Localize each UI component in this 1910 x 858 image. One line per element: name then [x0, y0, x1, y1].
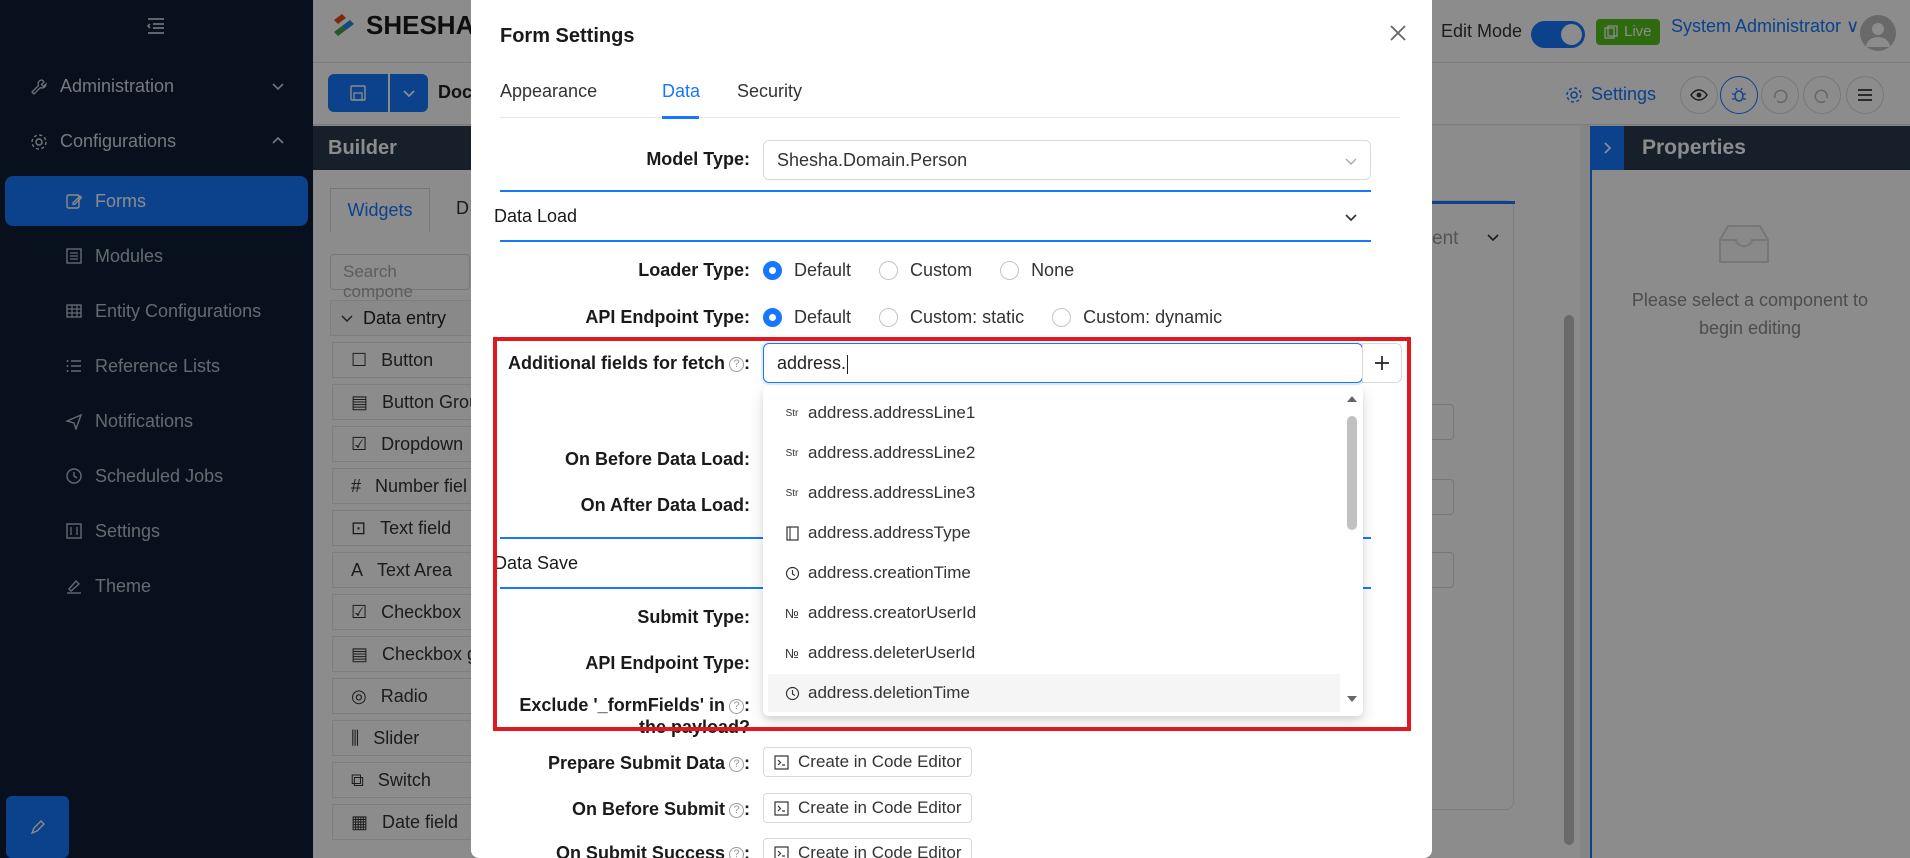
section-title: Data Load	[494, 206, 578, 226]
radio-button[interactable]	[763, 261, 782, 280]
code-icon	[774, 845, 789, 858]
label-text: Loader Type	[638, 260, 744, 280]
radio-button[interactable]	[879, 308, 899, 327]
prepare-submit-code-button[interactable]: Create in Code Editor	[763, 747, 973, 777]
radio-button[interactable]	[879, 261, 899, 280]
label-text: Model Type	[646, 149, 744, 169]
form-settings-modal: Form Settings Appearance Data Security M…	[471, 0, 1432, 858]
label-text: API Endpoint Type	[585, 307, 744, 327]
active-tab-indicator	[662, 116, 699, 119]
button-label: Create in Code Editor	[798, 798, 962, 817]
radio-label: Default	[794, 260, 852, 280]
on-submit-success-label: On Submit Success?:	[501, 843, 750, 858]
radio-label: Custom: static	[910, 307, 1025, 327]
modal-title: Form Settings	[500, 25, 635, 47]
loader-type-label: Loader Type:	[638, 260, 750, 280]
code-icon	[774, 754, 789, 770]
radio-default[interactable]: Default	[763, 307, 851, 328]
radio-button[interactable]	[763, 308, 782, 327]
radio-label: Custom: dynamic	[1083, 307, 1223, 327]
chevron-down-icon	[1343, 209, 1359, 225]
loader-type-radio-group: Default Custom None	[763, 260, 1102, 281]
radio-button[interactable]	[1052, 308, 1072, 327]
chevron-down-icon	[1344, 154, 1358, 168]
tab-appearance[interactable]: Appearance	[500, 81, 597, 102]
label-text: On Before Submit	[571, 799, 725, 819]
highlight-box	[493, 337, 1411, 731]
radio-button[interactable]	[1000, 261, 1020, 280]
on-submit-success-code-button[interactable]: Create in Code Editor	[763, 838, 973, 858]
code-icon	[774, 800, 789, 816]
radio-label: Custom	[910, 260, 973, 280]
radio-label: None	[1031, 260, 1075, 280]
close-icon[interactable]	[1386, 21, 1410, 45]
radio-custom[interactable]: Custom	[879, 260, 972, 281]
prepare-submit-data-label: Prepare Submit Data?:	[547, 753, 750, 773]
button-label: Create in Code Editor	[798, 843, 962, 858]
tab-data[interactable]: Data	[662, 81, 700, 102]
data-load-section-header[interactable]: Data Load	[494, 190, 1371, 242]
radio-label: Default	[794, 307, 852, 327]
radio-none[interactable]: None	[1000, 260, 1074, 281]
on-before-submit-code-button[interactable]: Create in Code Editor	[763, 793, 973, 823]
model-type-value: Shesha.Domain.Person	[777, 150, 968, 170]
model-type-label: Model Type:	[646, 149, 750, 169]
api-endpoint-type-label: API Endpoint Type:	[585, 307, 750, 327]
radio-default[interactable]: Default	[763, 260, 851, 281]
label-text: Prepare Submit Data	[547, 753, 725, 773]
label-text: On Submit Success	[555, 843, 725, 858]
button-label: Create in Code Editor	[798, 752, 962, 771]
help-icon[interactable]: ?	[729, 846, 744, 858]
help-icon[interactable]: ?	[729, 802, 744, 818]
tab-security[interactable]: Security	[737, 81, 802, 102]
radio-custom-dynamic[interactable]: Custom: dynamic	[1052, 307, 1222, 328]
model-type-select[interactable]: Shesha.Domain.Person	[763, 140, 1371, 180]
settings-tabs: Appearance Data Security	[500, 78, 1400, 119]
on-before-submit-label: On Before Submit?:	[571, 799, 750, 819]
help-icon[interactable]: ?	[729, 756, 744, 772]
api-endpoint-radio-group: Default Custom: static Custom: dynamic	[763, 307, 1250, 328]
radio-custom-static[interactable]: Custom: static	[879, 307, 1024, 328]
